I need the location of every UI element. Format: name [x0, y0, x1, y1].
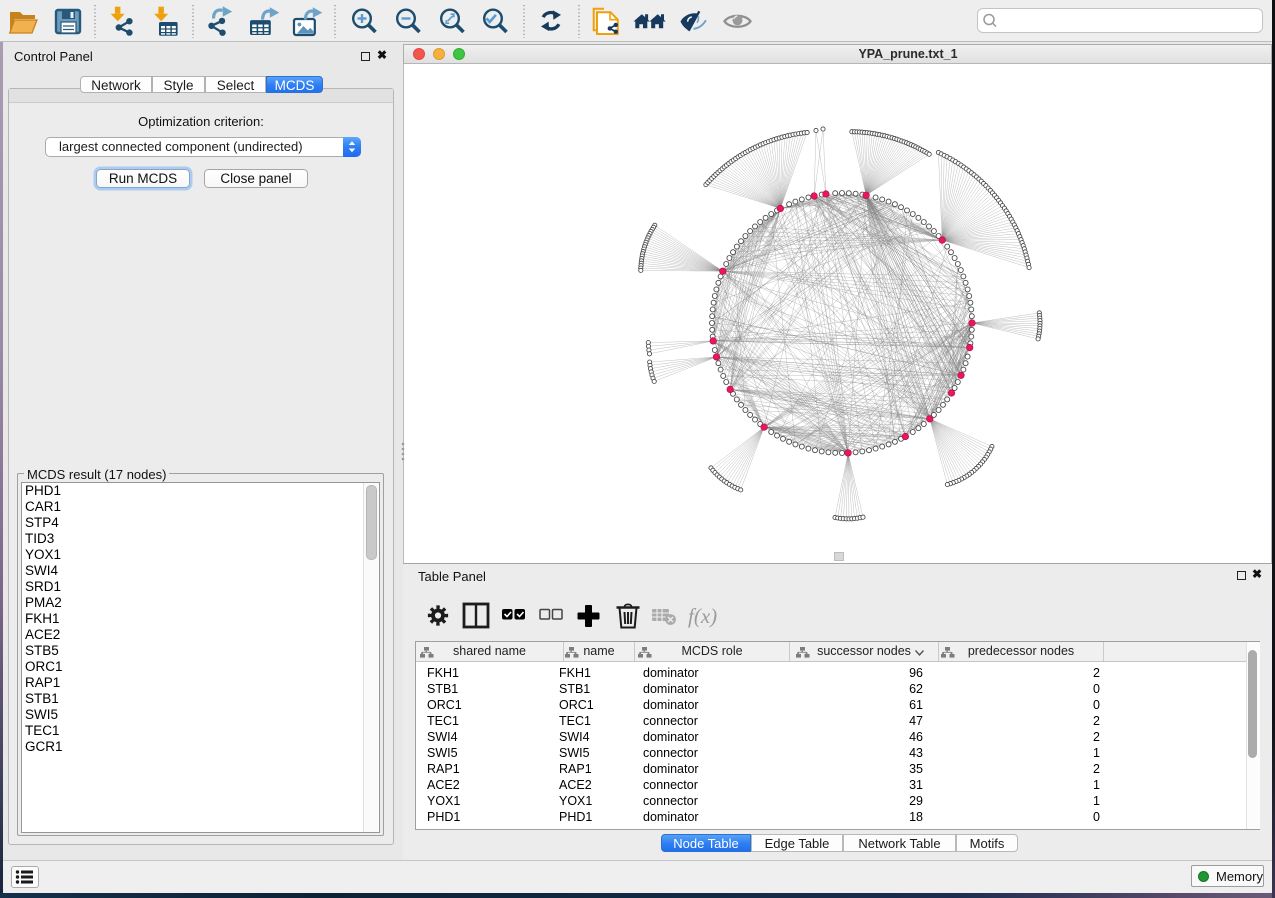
svg-text:f(x): f(x) — [688, 604, 717, 628]
